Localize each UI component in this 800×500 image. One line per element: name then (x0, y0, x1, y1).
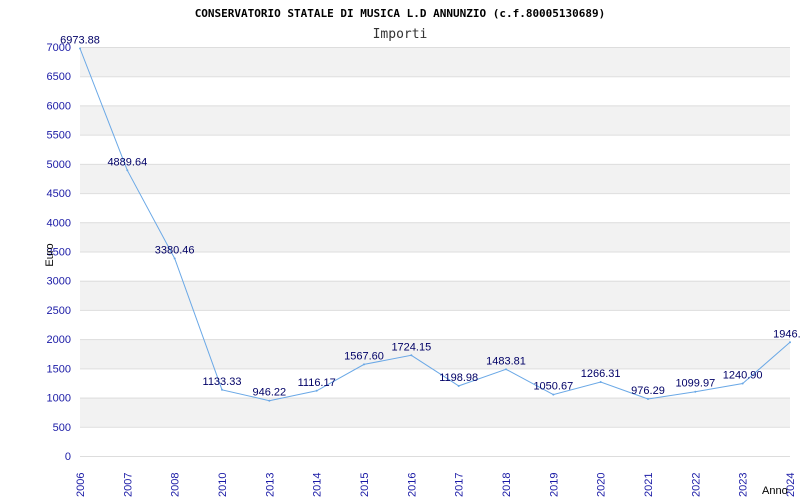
data-point (126, 169, 129, 172)
plot-band (80, 105, 790, 135)
x-tick-label: 2016 (406, 473, 418, 497)
y-tick-label: 6000 (47, 100, 71, 112)
y-tick-label: 2500 (47, 305, 71, 317)
x-tick-label: 2010 (217, 473, 229, 497)
x-tick-label: 2018 (501, 473, 513, 497)
data-label: 4889.64 (107, 156, 147, 168)
x-tick-label: 2019 (548, 473, 560, 497)
y-tick-label: 0 (65, 451, 71, 463)
chart-subtitle: Importi (373, 27, 428, 42)
plot-bands (80, 47, 790, 427)
x-tick-label: 2006 (75, 473, 87, 497)
x-tick-label: 2008 (170, 473, 182, 497)
data-point (79, 47, 81, 50)
y-tick-label: 4500 (47, 188, 71, 200)
chart-title: CONSERVATORIO STATALE DI MUSICA L.D ANNU… (195, 7, 606, 20)
data-point (599, 381, 602, 384)
x-tick-label: 2014 (312, 473, 324, 497)
data-point (410, 354, 413, 357)
y-tick-label: 4000 (47, 217, 71, 229)
y-tick-label: 2000 (47, 334, 71, 346)
x-tick-label: 2015 (359, 473, 371, 497)
y-axis-title: Euro (44, 243, 56, 266)
data-point (363, 363, 365, 366)
data-point (552, 393, 555, 396)
data-label: 1240.90 (723, 369, 763, 381)
x-tick-label: 2013 (264, 473, 276, 497)
y-tick-label: 500 (53, 422, 71, 434)
data-label: 1133.33 (203, 376, 242, 388)
data-point (505, 368, 507, 371)
data-point (173, 257, 176, 260)
y-tick-label: 3000 (47, 276, 71, 288)
plot-band (80, 47, 790, 77)
data-label: 3380.46 (155, 244, 195, 256)
plot-band (80, 397, 790, 427)
x-tick-label: 2021 (643, 473, 655, 497)
data-label: 976.29 (631, 385, 665, 397)
y-tick-label: 5000 (47, 159, 71, 171)
data-point (268, 399, 271, 402)
x-tick-label: 2020 (596, 473, 608, 497)
x-axis: 2006 2007 2008 2010 2013 2014 2015 2016 2017 2018… (75, 473, 797, 497)
plot-band (80, 339, 790, 369)
data-label: 6973.88 (60, 35, 100, 47)
data-point (694, 390, 697, 393)
chart: CONSERVATORIO STATALE DI MUSICA L.D ANNU… (44, 7, 800, 497)
data-point (315, 389, 318, 392)
y-tick-label: 1500 (47, 363, 71, 375)
data-label: 1266.31 (581, 368, 621, 380)
data-label: 1198.98 (439, 372, 478, 384)
data-label: 1050.67 (533, 381, 573, 393)
data-label: 1116.17 (298, 377, 336, 389)
data-point (741, 382, 744, 385)
data-point (221, 388, 223, 391)
y-tick-label: 5500 (47, 130, 71, 142)
x-tick-label: 2017 (454, 473, 466, 497)
data-label: 1567.60 (344, 350, 384, 362)
x-axis-title: Anno (762, 485, 788, 497)
plot-band (80, 280, 790, 310)
y-tick-label: 6500 (47, 71, 71, 83)
x-tick-label: 2022 (690, 473, 702, 497)
data-label: 1946.6 (773, 328, 800, 340)
data-label: 1483.81 (486, 355, 526, 367)
x-tick-label: 2007 (122, 473, 134, 497)
plot-band (80, 163, 790, 194)
data-label: 946.22 (253, 387, 287, 399)
data-point (457, 384, 460, 387)
data-point (789, 341, 791, 344)
data-label: 1099.97 (675, 378, 715, 390)
x-tick-label: 2023 (738, 473, 750, 497)
y-tick-label: 1000 (47, 393, 71, 405)
data-label: 1724.15 (391, 341, 431, 353)
data-point (647, 397, 649, 400)
